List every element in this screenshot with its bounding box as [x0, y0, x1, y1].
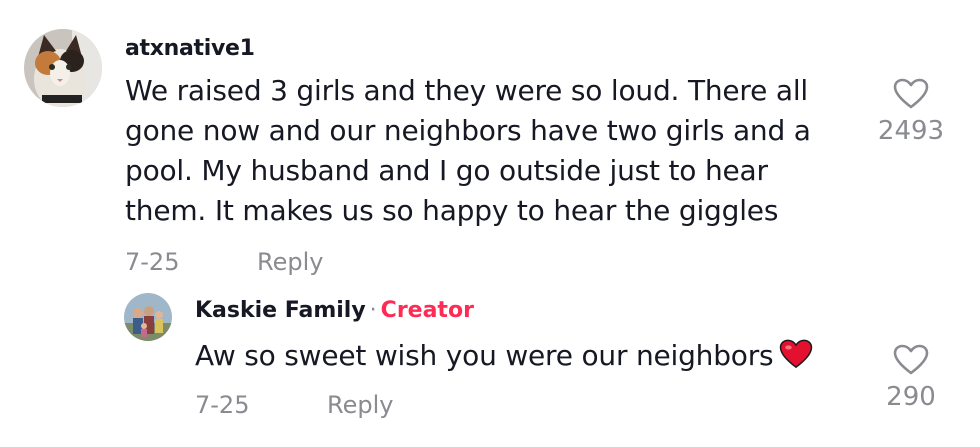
comment-thread: atxnative1 We raised 3 girls and they we… [0, 0, 980, 447]
comment-username[interactable]: atxnative1 [125, 36, 255, 61]
reply-text: Aw so sweet wish you were our neighbors [195, 336, 813, 380]
reply-like: 290 [866, 344, 956, 412]
reply-to-reply-button[interactable]: Reply [327, 391, 393, 419]
heart-outline-icon[interactable] [893, 78, 929, 110]
calico-cat-avatar [24, 29, 102, 107]
family-photo-avatar [124, 293, 172, 341]
comment-date: 7-25 [125, 248, 180, 276]
like-count: 2493 [877, 116, 945, 146]
reply-username[interactable]: Kaskie Family [195, 298, 366, 323]
separator-dot: · [369, 298, 377, 323]
user-avatar[interactable] [24, 29, 102, 107]
creator-badge: Creator [380, 298, 474, 323]
comment-like: 2493 [866, 78, 956, 146]
reply-text-content: Aw so sweet wish you were our neighbors [195, 339, 774, 372]
comment-text: We raised 3 girls and they were so loud.… [125, 74, 811, 227]
heart-outline-icon[interactable] [893, 344, 929, 376]
reply-button[interactable]: Reply [257, 248, 323, 276]
creator-avatar[interactable] [124, 293, 172, 341]
reply-date: 7-25 [195, 391, 250, 419]
reply-header: Kaskie Family · Creator [195, 298, 474, 323]
red-heart-emoji [779, 339, 813, 380]
like-count: 290 [886, 382, 936, 412]
